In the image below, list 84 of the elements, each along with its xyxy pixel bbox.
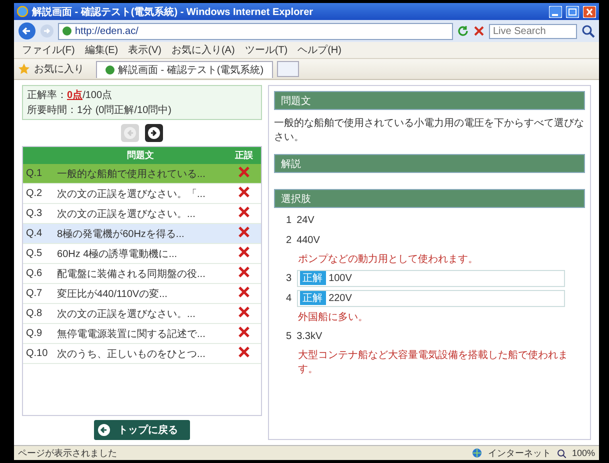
question-row[interactable]: Q.6 配電盤に装備される同期盤の役... [23, 264, 261, 284]
question-text: 配電盤に装備される同期盤の役... [54, 264, 227, 284]
menu-item[interactable]: 表示(V) [128, 43, 162, 57]
page-icon [105, 64, 115, 74]
choice-label: 220V [328, 292, 352, 304]
section-header: 解説 [274, 154, 585, 173]
menu-item[interactable]: ファイル(F) [22, 43, 75, 57]
section-header: 選択肢 [274, 189, 585, 208]
menu-item[interactable]: ヘルプ(H) [298, 43, 342, 57]
zoom-value[interactable]: 100% [572, 448, 595, 458]
choice-number: 1 [286, 214, 292, 226]
choice-note: 外国船に多い。 [297, 311, 369, 324]
star-icon [18, 63, 30, 75]
question-row[interactable]: Q.4 8極の発電機が60Hzを得る... [23, 224, 261, 244]
close-icon[interactable] [583, 6, 596, 18]
question-number: Q.5 [23, 244, 54, 264]
question-number: Q.10 [23, 344, 54, 364]
stop-icon[interactable] [473, 25, 485, 37]
globe-icon [472, 448, 482, 458]
question-row[interactable]: Q.1 一般的な船舶で使用されている... [23, 164, 261, 184]
question-number: Q.8 [23, 304, 54, 324]
question-row[interactable]: Q.10 次のうち、正しいものをひとつ... [23, 344, 261, 364]
question-row[interactable]: Q.7 変圧比が440/110Vの変... [23, 284, 261, 304]
question-text: 次の文の正誤を選びなさい。「... [54, 184, 227, 204]
menu-item[interactable]: 編集(E) [84, 43, 118, 57]
refresh-icon[interactable] [457, 25, 469, 37]
question-row[interactable]: Q.8 次の文の正誤を選びなさい。... [23, 304, 261, 324]
question-text: 無停電電源装置に関する記述で... [54, 324, 227, 344]
choice-number: 2 [286, 234, 292, 246]
minimize-icon[interactable] [549, 6, 562, 18]
question-text: 8極の発電機が60Hzを得る... [54, 224, 227, 244]
choice-number: 5 [286, 330, 292, 342]
question-text: 60Hz 4極の誘導電動機に... [54, 244, 227, 264]
page-icon [62, 26, 72, 36]
choice-number: 3 [286, 272, 292, 284]
column-header: 問題文 [54, 147, 227, 164]
score-label: 正解率： [27, 88, 67, 102]
search-icon[interactable] [581, 24, 595, 38]
question-text: 一般的な船舶で使用されている... [54, 164, 227, 184]
back-icon[interactable] [18, 22, 36, 40]
column-header: 正誤 [227, 147, 261, 164]
question-row[interactable]: Q.9 無停電電源装置に関する記述で... [23, 324, 261, 344]
choice-label: 440V [296, 234, 320, 246]
menu-item[interactable]: ツール(T) [244, 43, 288, 57]
maximize-icon[interactable] [566, 6, 579, 18]
favorites-button[interactable]: お気に入り [34, 62, 84, 76]
elapsed-time: 所要時間：1分 (0問正解/10問中) [27, 104, 172, 117]
browser-tab[interactable]: 解説画面 - 確認テスト(電気系統) [96, 60, 273, 78]
choice-note: ポンプなどの動力用として使われます。 [297, 252, 479, 266]
question-number: Q.2 [23, 184, 54, 204]
section-header: 問題文 [274, 91, 585, 110]
back-arrow-icon [98, 424, 110, 436]
next-button[interactable] [145, 124, 163, 142]
question-number: Q.1 [23, 164, 54, 184]
status-text: ページが表示されました [18, 446, 118, 460]
choice-label: 100V [328, 272, 352, 284]
correct-badge: 正解 [300, 271, 326, 285]
question-row[interactable]: Q.5 60Hz 4極の誘導電動機に... [23, 244, 261, 264]
question-text: 次の文の正誤を選びなさい。... [54, 304, 227, 324]
choice-label: 24V [296, 214, 314, 226]
menu-item[interactable]: お気に入り(A) [171, 43, 235, 57]
security-zone: インターネット [488, 446, 551, 460]
choice-number: 4 [286, 292, 292, 304]
question-text: 変圧比が440/110Vの変... [54, 284, 227, 304]
question-text: 一般的な船舶で使用されている小電力用の電圧を下からすべて選びなさい。 [274, 116, 585, 145]
score-points: 0点 [67, 88, 83, 102]
window-title: 解説画面 - 確認テスト(電気系統) - Windows Internet Explorer [32, 6, 314, 18]
search-field[interactable]: Live Search [489, 24, 577, 38]
question-number: Q.6 [23, 264, 54, 284]
address-field[interactable]: http://eden.ac/ [58, 22, 453, 40]
choice-label: 3.3kV [296, 330, 322, 342]
score-total: /100点 [82, 88, 112, 102]
question-row[interactable]: Q.2 次の文の正誤を選びなさい。「... [23, 184, 261, 204]
question-number: Q.7 [23, 284, 54, 304]
browser-icon [17, 6, 28, 17]
back-to-top-button[interactable]: トップに戻る [94, 420, 190, 440]
question-number: Q.4 [23, 224, 54, 244]
question-number: Q.9 [23, 324, 54, 344]
question-text: 次の文の正誤を選びなさい。... [54, 204, 227, 224]
question-number: Q.3 [23, 204, 54, 224]
question-row[interactable]: Q.3 次の文の正誤を選びなさい。... [23, 204, 261, 224]
correct-badge: 正解 [300, 291, 326, 305]
choice-note: 大型コンテナ船など大容量電気設備を搭載した船で使われます。 [297, 348, 569, 376]
question-text: 次のうち、正しいものをひとつ... [54, 344, 227, 364]
